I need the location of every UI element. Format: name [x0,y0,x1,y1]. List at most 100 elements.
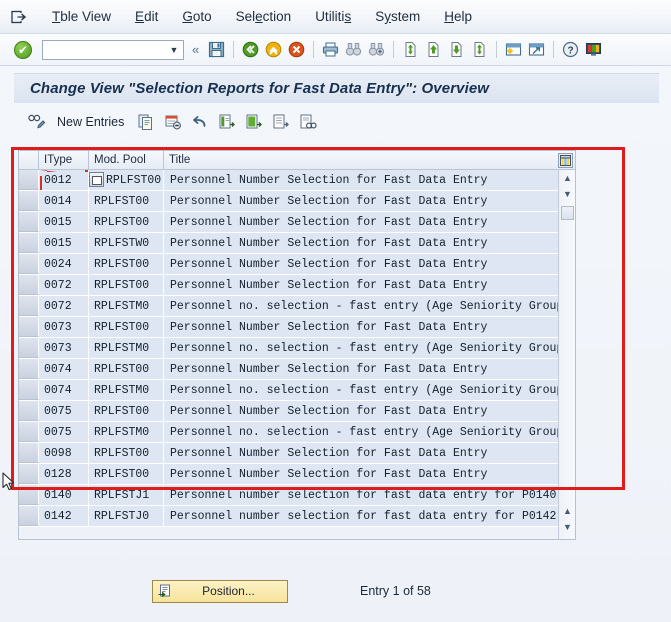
cell-mod-pool[interactable]: RPLFSTJ0 [89,506,164,526]
scrollbar-thumb[interactable] [561,206,574,220]
row-select-button[interactable] [19,443,39,463]
double-chevron-left-icon[interactable]: « [192,42,199,57]
next-page-button[interactable] [446,39,467,60]
cell-title[interactable]: Personnel Number Selection for Fast Data… [164,359,575,379]
select-block-icon[interactable] [242,111,266,133]
cell-title[interactable]: Personnel Number Selection for Fast Data… [164,464,575,484]
command-input[interactable] [47,42,167,57]
exit-button[interactable] [263,39,284,60]
command-field[interactable]: ▼ [42,39,184,60]
deselect-all-icon[interactable] [269,111,293,133]
cell-itype[interactable]: 0015 [39,212,89,232]
cell-itype[interactable]: 0072 [39,296,89,316]
table-row[interactable]: 0073 RPLFST00 Personnel Number Selection f… [19,317,575,338]
new-entries-button[interactable]: New Entries [57,115,124,129]
find-button[interactable] [343,39,364,60]
scroll-down-icon-lower[interactable]: ▼ [559,519,576,535]
cell-title[interactable]: Personnel Number Selection for Fast Data… [164,401,575,421]
cell-title[interactable]: Personnel Number Selection for Fast Data… [164,212,575,232]
table-row[interactable]: 0074 RPLFSTM0 Personnel no. selection - fa… [19,380,575,401]
find-next-button[interactable] [366,39,387,60]
table-row[interactable]: 0024 RPLFST00 Personnel Number Selection f… [19,254,575,275]
table-vertical-scrollbar-lower[interactable]: ▲ ▼ [558,503,575,539]
table-row[interactable]: 0072 RPLFSTM0 Personnel no. selection - fa… [19,296,575,317]
print-button[interactable] [320,39,341,60]
cell-title[interactable]: Personnel number selection for fast data… [164,485,575,505]
cell-title[interactable]: Personnel no. selection - fast entry (Ag… [164,296,575,316]
cell-itype[interactable]: 0073 [39,338,89,358]
table-row[interactable]: 0014 RPLFST00 Personnel Number Selection f… [19,191,575,212]
create-shortcut-button[interactable] [526,39,547,60]
cell-itype[interactable]: 0074 [39,359,89,379]
position-button[interactable]: Position... [152,579,288,603]
table-settings-icon[interactable] [558,153,573,168]
cell-title[interactable]: Personnel Number Selection for Fast Data… [164,317,575,337]
exit-arrow-icon[interactable] [8,7,30,27]
row-select-button[interactable] [19,317,39,337]
column-header-itype[interactable]: IType [39,151,89,169]
cell-itype[interactable]: 0014 [39,191,89,211]
table-row[interactable]: 0015 RPLFST00 Personnel Number Selection f… [19,212,575,233]
cell-itype[interactable]: 0012 [39,170,89,190]
cell-itype[interactable]: 0142 [39,506,89,526]
row-select-button[interactable] [19,338,39,358]
cell-itype[interactable]: 0075 [39,401,89,421]
cell-itype[interactable]: 0024 [39,254,89,274]
table-row[interactable]: 0015 RPLFSTW0 Personnel Number Selection f… [19,233,575,254]
cell-mod-pool[interactable]: RPLFST00 [89,170,164,190]
select-all-icon[interactable] [215,111,239,133]
cell-mod-pool[interactable]: RPLFST00 [89,212,164,232]
value-help-icon[interactable] [89,172,104,187]
back-button[interactable] [240,39,261,60]
table-row[interactable]: 0140 RPLFSTJ1 Personnel number selection f… [19,485,575,506]
column-header-title[interactable]: Title [164,151,575,169]
cancel-button[interactable] [286,39,307,60]
cell-mod-pool[interactable]: RPLFST00 [89,443,164,463]
cell-mod-pool[interactable]: RPLFST00 [89,275,164,295]
cell-title[interactable]: Personnel Number Selection for Fast Data… [164,443,575,463]
cell-mod-pool[interactable]: RPLFST00 [89,191,164,211]
row-select-button[interactable] [19,422,39,442]
cell-title[interactable]: Personnel no. selection - fast entry (Ag… [164,422,575,442]
table-row[interactable]: 0072 RPLFST00 Personnel Number Selection f… [19,275,575,296]
delete-row-icon[interactable] [161,111,185,133]
menu-item-selection[interactable]: Selection [224,7,304,26]
menu-item-edit[interactable]: Edit [123,7,170,26]
cell-itype[interactable]: 0073 [39,317,89,337]
row-select-button[interactable] [19,191,39,211]
help-button[interactable]: ? [560,39,581,60]
row-select-button[interactable] [19,170,39,190]
last-page-button[interactable] [469,39,490,60]
cell-title[interactable]: Personnel number selection for fast data… [164,506,575,526]
select-all-column-header[interactable] [19,151,39,169]
cell-mod-pool[interactable]: RPLFSTJ1 [89,485,164,505]
cell-itype[interactable]: 0128 [39,464,89,484]
menu-item-table-view[interactable]: Tble View [40,7,123,26]
cell-mod-pool[interactable]: RPLFSTM0 [89,380,164,400]
column-header-mod-pool[interactable]: Mod. Pool [89,151,164,169]
row-select-button[interactable] [19,485,39,505]
scroll-up-icon[interactable]: ▲ [559,170,576,186]
cell-mod-pool[interactable]: RPLFST00 [89,464,164,484]
menu-item-help[interactable]: Help [432,7,484,26]
green-check-icon[interactable]: ✔ [14,40,32,59]
cell-title[interactable]: Personnel Number Selection for Fast Data… [164,170,575,190]
row-select-button[interactable] [19,233,39,253]
scroll-down-icon[interactable]: ▼ [559,186,576,202]
cell-title[interactable]: Personnel Number Selection for Fast Data… [164,254,575,274]
row-select-button[interactable] [19,296,39,316]
cell-mod-pool[interactable]: RPLFST00 [89,401,164,421]
cell-mod-pool[interactable]: RPLFSTM0 [89,338,164,358]
cell-mod-pool[interactable]: RPLFST00 [89,317,164,337]
menu-item-goto[interactable]: Goto [170,7,223,26]
menu-item-system[interactable]: System [363,7,432,26]
cell-title[interactable]: Personnel no. selection - fast entry (Ag… [164,338,575,358]
table-row[interactable]: 0098 RPLFST00 Personnel Number Selection f… [19,443,575,464]
row-select-button[interactable] [19,212,39,232]
cell-mod-pool[interactable]: RPLFST00 [89,359,164,379]
cell-itype[interactable]: 0075 [39,422,89,442]
undo-arrow-icon[interactable] [188,111,212,133]
row-select-button[interactable] [19,254,39,274]
table-row[interactable]: 0128 RPLFST00 Personnel Number Selection f… [19,464,575,485]
menu-item-utilities[interactable]: Utilitis [303,7,363,26]
